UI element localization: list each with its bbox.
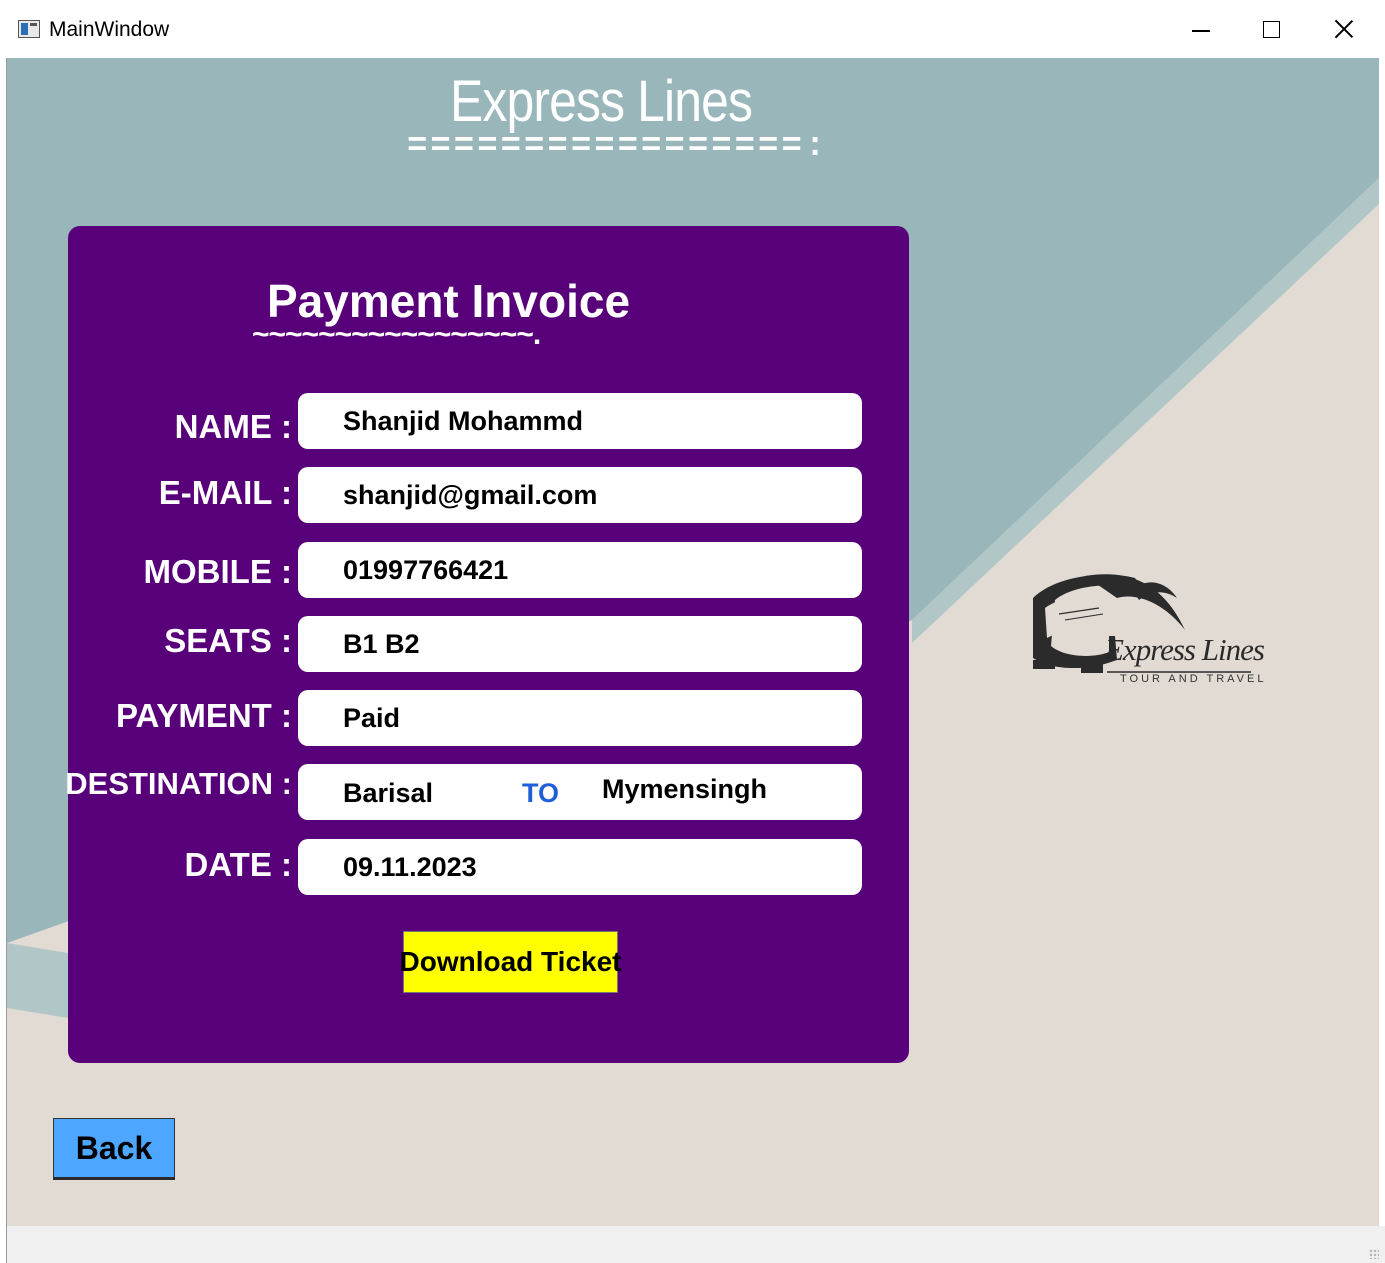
invoice-title-underline: ~~~~~~~~~~~~~~~~~. bbox=[252, 318, 541, 351]
name-field: Shanjid Mohammd bbox=[298, 393, 862, 449]
date-label: DATE : bbox=[184, 846, 292, 883]
email-label: E-MAIL : bbox=[158, 474, 292, 511]
express-lines-logo: Express Lines TOUR AND TRAVEL bbox=[1025, 568, 1275, 693]
back-button[interactable]: Back bbox=[53, 1118, 175, 1180]
download-ticket-button[interactable]: Download Ticket bbox=[400, 931, 621, 993]
window-title: MainWindow bbox=[49, 18, 170, 41]
title-bar: MainWindow bbox=[0, 0, 1385, 58]
logo-name: Express Lines bbox=[1105, 632, 1265, 667]
resize-grip-icon[interactable] bbox=[1369, 1249, 1379, 1259]
logo-tagline: TOUR AND TRAVEL bbox=[1120, 673, 1267, 685]
name-label: NAME : bbox=[174, 408, 292, 445]
destination-from: Barisal bbox=[343, 778, 434, 808]
destination-to-label: TO bbox=[522, 778, 560, 808]
maximize-icon[interactable] bbox=[1252, 14, 1292, 46]
main-window-content: Express Lines =================: Payment… bbox=[7, 58, 1379, 1226]
status-bar bbox=[7, 1226, 1385, 1263]
destination-field: Barisal TO Mymensingh bbox=[298, 764, 862, 820]
brand-underline: =================: bbox=[407, 128, 829, 166]
email-field: shanjid@gmail.com bbox=[298, 467, 862, 523]
payment-field: Paid bbox=[298, 690, 862, 746]
minimize-icon[interactable] bbox=[1182, 14, 1222, 46]
date-field: 09.11.2023 bbox=[298, 839, 862, 895]
mobile-label: MOBILE : bbox=[143, 553, 292, 590]
close-icon[interactable] bbox=[1324, 14, 1364, 46]
payment-label: PAYMENT : bbox=[115, 697, 292, 734]
brand-title: Express Lines bbox=[450, 69, 753, 134]
payment-invoice-panel: Payment Invoice ~~~~~~~~~~~~~~~~~. NAME … bbox=[65, 226, 909, 1063]
destination-to: Mymensingh bbox=[602, 774, 768, 804]
mobile-field: 01997766421 bbox=[298, 542, 862, 598]
destination-label: DESTINATION : bbox=[65, 766, 292, 801]
seats-field: B1 B2 bbox=[298, 616, 862, 672]
seats-label: SEATS : bbox=[164, 622, 292, 659]
app-window-icon bbox=[18, 20, 40, 38]
